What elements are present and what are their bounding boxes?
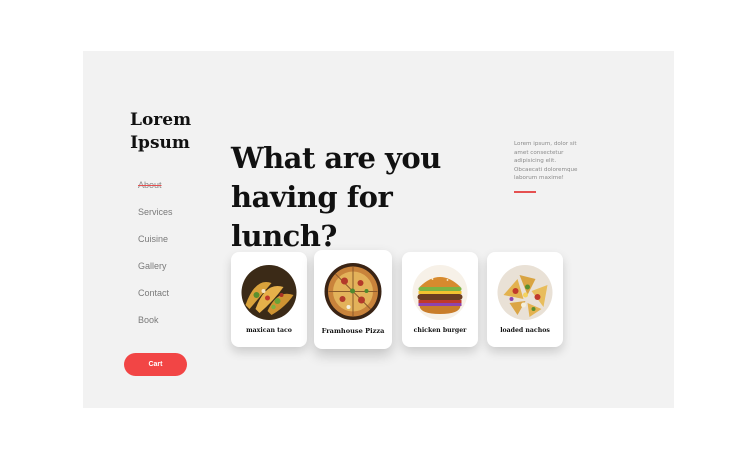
nav-item-contact[interactable]: Contact	[138, 287, 173, 314]
nav-item-book[interactable]: Book	[138, 314, 173, 341]
sidebar-nav: About Services Cuisine Gallery Contact B…	[138, 179, 173, 341]
nachos-photo	[497, 265, 553, 320]
hero-headline-line-2: having for lunch?	[231, 180, 393, 253]
intro-blurb: Lorem ipsum, dolor sit amet consectetur …	[514, 141, 578, 182]
food-card-taco[interactable]: maxican taco	[231, 252, 307, 347]
food-card-pizza[interactable]: Framhouse Pizza	[314, 250, 392, 349]
hero-headline: What are you having for lunch?	[231, 139, 491, 256]
food-card-nachos[interactable]: loaded nachos	[487, 252, 563, 347]
food-card-label: loaded nachos	[500, 327, 550, 334]
food-card-label: chicken burger	[413, 327, 467, 334]
hero-headline-line-1: What are you	[231, 141, 441, 175]
brand-line-1: Lorem	[130, 110, 192, 130]
food-card-burger[interactable]: chicken burger	[402, 252, 478, 347]
food-card-label: maxican taco	[246, 327, 292, 334]
nav-item-cuisine[interactable]: Cuisine	[138, 233, 173, 260]
food-card-label: Framhouse Pizza	[321, 327, 385, 335]
burger-photo	[412, 265, 468, 320]
pizza-photo	[324, 263, 382, 320]
cart-button[interactable]: Cart	[124, 353, 187, 376]
nav-item-services[interactable]: Services	[138, 206, 173, 233]
nav-item-about[interactable]: About	[138, 179, 173, 206]
main-panel: Lorem Ipsum About Services Cuisine Galle…	[83, 51, 674, 408]
accent-divider	[514, 191, 536, 193]
brand-logo[interactable]: Lorem Ipsum	[130, 109, 192, 155]
brand-line-2: Ipsum	[130, 133, 190, 153]
taco-photo	[241, 265, 297, 320]
nav-item-gallery[interactable]: Gallery	[138, 260, 173, 287]
